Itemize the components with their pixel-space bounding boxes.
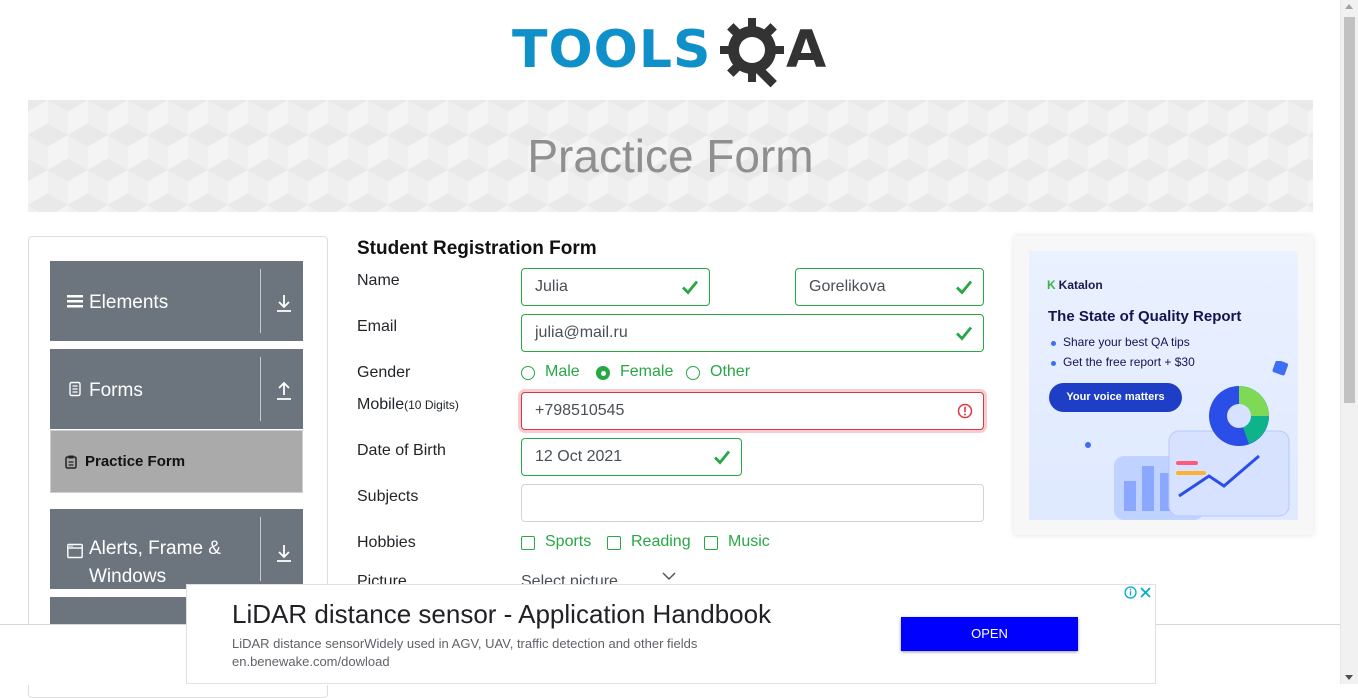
subjects-label: Subjects <box>357 488 419 505</box>
checkbox-box[interactable] <box>704 536 718 550</box>
nav-group-forms[interactable]: Forms <box>50 349 303 429</box>
download-arrow-icon[interactable] <box>275 293 293 313</box>
report-chart-illustration <box>1085 361 1290 520</box>
mobile-label-text: Mobile <box>357 396 405 413</box>
nav-divider <box>260 269 261 333</box>
dob-input[interactable]: 12 Oct 2021 <box>521 438 742 476</box>
first-name-input[interactable]: Julia <box>521 268 710 306</box>
check-icon <box>682 280 699 295</box>
sidebar-item-label: Practice Form <box>85 453 186 470</box>
page-scrollbar[interactable] <box>1340 0 1358 684</box>
chevron-down-icon[interactable] <box>662 571 676 581</box>
radio-circle-selected[interactable] <box>596 366 610 380</box>
check-icon <box>956 280 973 295</box>
hamburger-icon <box>67 295 83 308</box>
ad-lidar[interactable]: LiDAR distance sensor - Application Hand… <box>186 584 1156 684</box>
check-icon <box>956 326 973 341</box>
ad-brand-name: Katalon <box>1058 278 1103 292</box>
form-title: Student Registration Form <box>357 238 597 259</box>
logo-a-text: A <box>786 20 827 80</box>
mobile-value: +798510545 <box>535 402 625 419</box>
katalon-logo-mark: K <box>1047 278 1056 292</box>
dob-value: 12 Oct 2021 <box>535 448 623 465</box>
download-arrow-icon[interactable] <box>275 543 293 563</box>
ad-url[interactable]: en.benewake.com/dowload <box>232 654 390 669</box>
subjects-input[interactable] <box>521 484 984 522</box>
page-title: Practice Form <box>527 130 814 182</box>
check-icon <box>714 450 731 465</box>
email-input[interactable]: julia@mail.ru <box>521 314 984 352</box>
scroll-down-arrow-icon[interactable] <box>1345 675 1353 680</box>
nav-divider <box>260 357 261 421</box>
email-value: julia@mail.ru <box>535 324 628 341</box>
bullet-dot <box>1051 341 1056 346</box>
bullet-dot <box>1051 361 1056 366</box>
ad-close-icon[interactable] <box>1138 585 1153 600</box>
checkbox-box[interactable] <box>521 536 535 550</box>
upload-arrow-icon[interactable] <box>275 381 293 401</box>
mobile-label: Mobile(10 Digits) <box>357 396 459 414</box>
ad-info-icon[interactable] <box>1124 586 1137 599</box>
nav-group-label: Alerts, Frame & Windows <box>89 535 221 591</box>
email-label: Email <box>357 318 398 335</box>
name-label: Name <box>357 272 400 289</box>
radio-label[interactable]: Female <box>620 363 673 381</box>
nav-group-label: Elements <box>89 292 169 313</box>
document-icon <box>69 381 81 397</box>
logo-tools-text: TOOLS <box>512 20 712 80</box>
browser-window-icon <box>67 543 83 559</box>
ad-brand: K Katalon <box>1047 278 1103 292</box>
clipboard-icon <box>65 455 77 469</box>
ad-katalon-creative[interactable]: K Katalon The State of Quality Report Sha… <box>1029 251 1298 520</box>
mobile-input[interactable]: +798510545 <box>521 392 984 430</box>
ad-katalon[interactable]: K Katalon The State of Quality Report Sha… <box>1014 236 1313 535</box>
hobbies-label: Hobbies <box>357 534 416 551</box>
radio-circle[interactable] <box>521 366 535 380</box>
scroll-up-arrow-icon[interactable] <box>1345 4 1353 9</box>
radio-label[interactable]: Male <box>545 363 580 381</box>
scroll-thumb[interactable] <box>1344 17 1355 403</box>
toolsqa-logo[interactable]: TOOLS A <box>510 14 836 90</box>
radio-label[interactable]: Other <box>710 363 750 381</box>
nav-group-label-line2: Windows <box>89 566 167 587</box>
page-banner: Practice Form <box>28 100 1313 212</box>
nav-group-label-line1: Alerts, Frame & <box>89 538 221 559</box>
checkbox-label[interactable]: Sports <box>545 533 591 551</box>
dob-label: Date of Birth <box>357 442 446 459</box>
ad-open-button[interactable]: OPEN <box>901 617 1078 651</box>
checkbox-label[interactable]: Reading <box>631 533 691 551</box>
error-icon <box>957 403 973 419</box>
mobile-hint: (10 Digits) <box>404 398 459 412</box>
last-name-value: Gorelikova <box>809 278 886 295</box>
nav-group-elements[interactable]: Elements <box>50 261 303 341</box>
nav-group-label: Forms <box>89 380 143 401</box>
gender-label: Gender <box>357 364 411 381</box>
last-name-input[interactable]: Gorelikova <box>795 268 984 306</box>
checkbox-label[interactable]: Music <box>728 533 770 551</box>
sidebar-item-practice-form[interactable]: Practice Form <box>50 430 303 493</box>
ad-description: LiDAR distance sensorWidely used in AGV,… <box>232 636 698 651</box>
ad-bullet: Share your best QA tips <box>1063 335 1190 349</box>
checkbox-box[interactable] <box>607 536 621 550</box>
ad-headline: The State of Quality Report <box>1048 308 1242 325</box>
radio-circle[interactable] <box>686 366 700 380</box>
nav-divider <box>260 517 261 581</box>
first-name-value: Julia <box>535 278 568 295</box>
ad-title[interactable]: LiDAR distance sensor - Application Hand… <box>232 599 771 630</box>
nav-group-alerts[interactable]: Alerts, Frame & Windows <box>50 509 303 589</box>
